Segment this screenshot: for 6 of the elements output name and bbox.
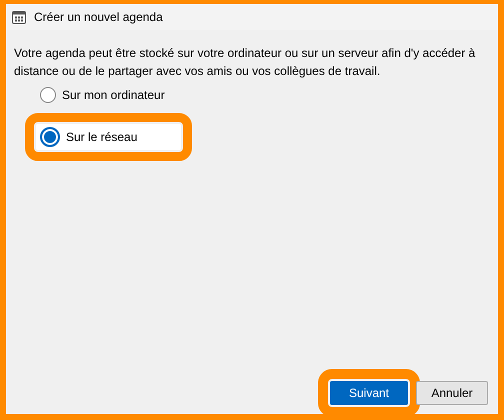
window-title: Créer un nouvel agenda — [34, 10, 163, 24]
calendar-icon — [12, 10, 26, 24]
radio-option[interactable]: Sur le réseau — [36, 124, 182, 150]
radio-option[interactable]: Sur mon ordinateur — [40, 86, 165, 104]
cancel-button[interactable]: Annuler — [416, 381, 488, 405]
description-text: Votre agenda peut être stocké sur votre ordinateur ou sur un serveur afin d'y accéder à distance ou de le partager avec vos amis ou vos collègues de travail. — [14, 45, 476, 80]
